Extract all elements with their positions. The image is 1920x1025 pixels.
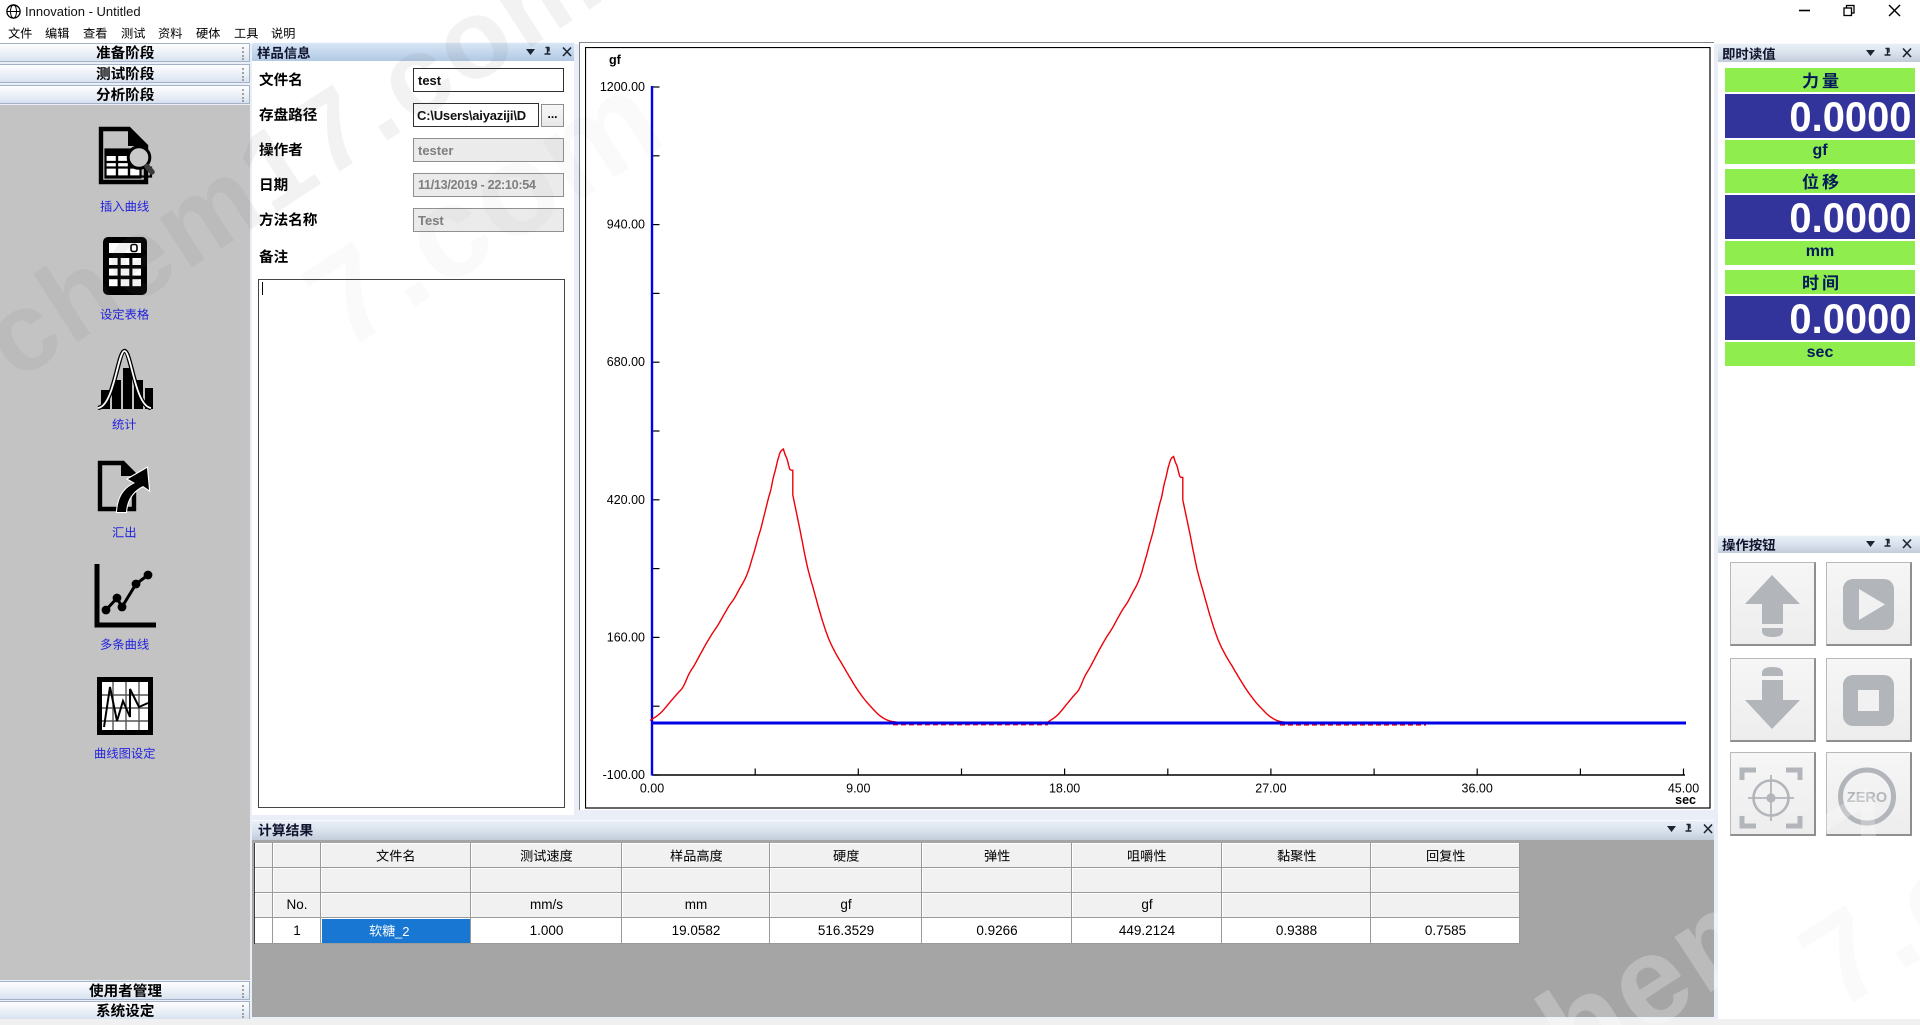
svg-text:gf: gf [609,53,622,67]
svg-text:18.00: 18.00 [1049,782,1080,796]
svg-text:27.00: 27.00 [1255,782,1286,796]
svg-text:ZERO: ZERO [1847,790,1887,806]
svg-text:1200.00: 1200.00 [600,80,645,94]
svg-text:940.00: 940.00 [607,218,645,232]
svg-text:sec: sec [1675,793,1696,807]
svg-text:9.00: 9.00 [846,782,870,796]
svg-text:160.00: 160.00 [607,630,645,644]
svg-text:680.00: 680.00 [607,355,645,369]
svg-text:36.00: 36.00 [1462,782,1493,796]
svg-text:0.00: 0.00 [640,782,664,796]
svg-text:-100.00: -100.00 [603,768,645,782]
svg-text:420.00: 420.00 [607,493,645,507]
